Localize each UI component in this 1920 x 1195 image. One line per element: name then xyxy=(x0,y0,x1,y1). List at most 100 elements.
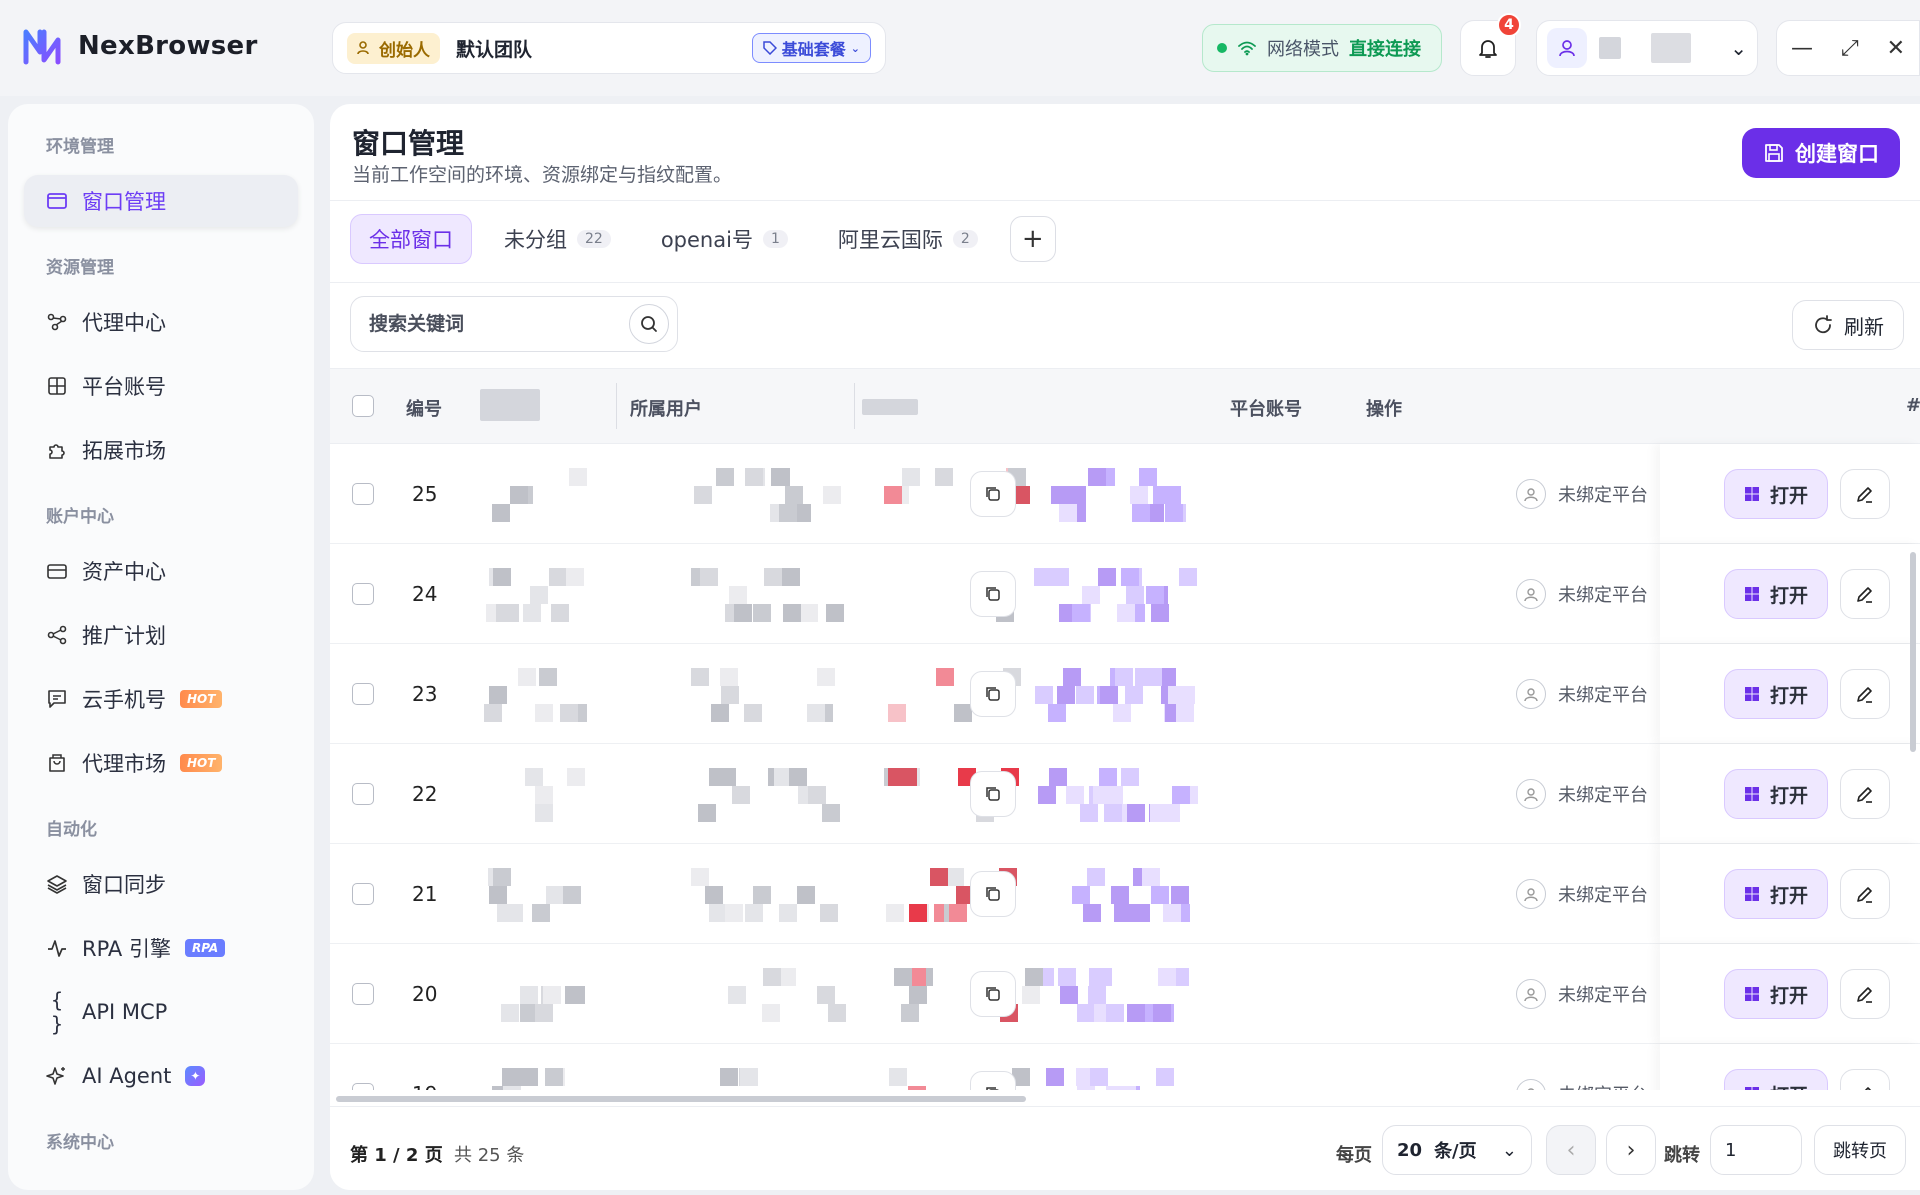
redacted-pixel xyxy=(567,768,585,786)
per-page-select[interactable]: 20 条/页 ⌄ xyxy=(1382,1125,1532,1175)
redacted-pixel xyxy=(1063,668,1081,686)
sidebar-section-title: 系统中心 xyxy=(46,1133,114,1153)
tab-openai[interactable]: openai号 1 xyxy=(643,214,806,264)
team-switcher[interactable]: 创始人 默认团队 基础套餐 ⌄ xyxy=(332,22,886,74)
select-all-checkbox[interactable] xyxy=(352,395,374,417)
table-row[interactable]: 24 未绑定平台 打开 xyxy=(330,544,1920,644)
open-window-button[interactable]: 打开 xyxy=(1724,1069,1828,1090)
redacted-pixel xyxy=(807,704,825,722)
sidebar-item-api-mcp[interactable]: { } API MCP xyxy=(24,986,298,1038)
sidebar-item-proxy-center[interactable]: 代理中心 xyxy=(24,296,298,348)
copy-button[interactable] xyxy=(970,671,1016,717)
create-window-label: 创建窗口 xyxy=(1795,142,1879,166)
sidebar-item-extension-market[interactable]: 拓展市场 xyxy=(24,424,298,476)
row-checkbox[interactable] xyxy=(352,1083,374,1090)
search-input[interactable] xyxy=(369,313,629,335)
edit-button[interactable] xyxy=(1840,969,1890,1019)
redacted-pixel xyxy=(1080,804,1098,822)
table-row[interactable]: 19 未绑定平台 打开 xyxy=(330,1044,1920,1090)
copy-icon xyxy=(986,787,1000,801)
table-row[interactable]: 21 未绑定平台 打开 xyxy=(330,844,1920,944)
copy-button[interactable] xyxy=(970,971,1016,1017)
refresh-button[interactable]: 刷新 xyxy=(1792,300,1904,350)
create-window-button[interactable]: 创建窗口 xyxy=(1742,128,1900,178)
open-window-button[interactable]: 打开 xyxy=(1724,769,1828,819)
copy-icon xyxy=(986,687,1000,701)
plan-badge[interactable]: 基础套餐 ⌄ xyxy=(751,33,871,63)
tab-ungrouped[interactable]: 未分组 22 xyxy=(486,214,629,264)
prev-page-button[interactable]: ‹ xyxy=(1546,1125,1596,1175)
minimize-icon[interactable]: — xyxy=(1791,36,1813,61)
copy-button[interactable] xyxy=(970,1071,1016,1090)
redacted-pixel xyxy=(691,868,709,886)
open-window-button[interactable]: 打开 xyxy=(1724,869,1828,919)
jump-page-input[interactable]: 1 xyxy=(1710,1125,1802,1175)
redacted-pixel xyxy=(535,704,553,722)
row-checkbox[interactable] xyxy=(352,483,374,505)
sidebar-item-window-sync[interactable]: 窗口同步 xyxy=(24,858,298,910)
table-row[interactable]: 22 未绑定平台 打开 xyxy=(330,744,1920,844)
redacted-pixel xyxy=(902,468,920,486)
edit-button[interactable] xyxy=(1840,569,1890,619)
tab-aliyun-intl[interactable]: 阿里云国际 2 xyxy=(820,214,996,264)
app-name: NexBrowser xyxy=(78,31,258,61)
plus-icon: + xyxy=(1021,224,1044,254)
table-row[interactable]: 25 未绑定平台 打开 xyxy=(330,444,1920,544)
vertical-scrollbar[interactable] xyxy=(1910,552,1916,752)
edit-button[interactable] xyxy=(1840,469,1890,519)
row-checkbox[interactable] xyxy=(352,983,374,1005)
redacted-pixel xyxy=(569,468,587,486)
notifications-button[interactable]: 4 xyxy=(1460,13,1521,76)
open-window-button[interactable]: 打开 xyxy=(1724,569,1828,619)
copy-button[interactable] xyxy=(970,571,1016,617)
edit-button[interactable] xyxy=(1840,1069,1890,1090)
pencil-icon xyxy=(1857,887,1872,903)
row-checkbox[interactable] xyxy=(352,583,374,605)
sidebar-item-ai-agent[interactable]: AI Agent ✦ xyxy=(24,1050,298,1102)
redacted-pixel xyxy=(936,668,954,686)
edit-button[interactable] xyxy=(1840,869,1890,919)
redacted-pixel xyxy=(520,1068,538,1086)
redacted-pixel xyxy=(530,586,548,604)
edit-button[interactable] xyxy=(1840,669,1890,719)
redacted-pixel xyxy=(484,704,502,722)
sidebar-item-platform-accounts[interactable]: 平台账号 xyxy=(24,360,298,412)
redacted-pixel xyxy=(1066,786,1084,804)
user-menu[interactable]: ⌄ xyxy=(1536,20,1758,76)
maximize-icon[interactable]: ⤢ xyxy=(1841,36,1859,61)
open-window-button[interactable]: 打开 xyxy=(1724,969,1828,1019)
next-page-button[interactable]: › xyxy=(1606,1125,1656,1175)
window-icon xyxy=(47,193,67,209)
sidebar-item-label: 代理中心 xyxy=(82,311,166,335)
header-ops: 操作 xyxy=(1366,399,1402,420)
sidebar-item-proxy-market[interactable]: 代理市场 HOT xyxy=(24,737,298,789)
open-window-button[interactable]: 打开 xyxy=(1724,469,1828,519)
sidebar-item-rpa-engine[interactable]: RPA 引擎 RPA xyxy=(24,922,298,974)
row-checkbox[interactable] xyxy=(352,683,374,705)
redacted-pixel xyxy=(1156,1068,1174,1086)
table-row[interactable]: 20 未绑定平台 打开 xyxy=(330,944,1920,1044)
row-checkbox[interactable] xyxy=(352,883,374,905)
row-checkbox[interactable] xyxy=(352,783,374,805)
open-window-button[interactable]: 打开 xyxy=(1724,669,1828,719)
sidebar-item-asset-center[interactable]: 资产中心 xyxy=(24,545,298,597)
tab-all-windows[interactable]: 全部窗口 xyxy=(350,214,472,264)
copy-button[interactable] xyxy=(970,771,1016,817)
redacted-pixel xyxy=(1035,686,1053,704)
network-mode-indicator[interactable]: 网络模式 直接连接 xyxy=(1202,24,1442,72)
sidebar-item-referral[interactable]: 推广计划 xyxy=(24,609,298,661)
add-group-button[interactable]: + xyxy=(1009,216,1056,262)
jump-page-button[interactable]: 跳转页 xyxy=(1814,1125,1906,1175)
sidebar-item-cloud-phone[interactable]: 云手机号 HOT xyxy=(24,673,298,725)
open-label: 打开 xyxy=(1769,884,1808,907)
copy-button[interactable] xyxy=(970,871,1016,917)
close-icon[interactable]: ✕ xyxy=(1887,36,1905,61)
redacted-pixel xyxy=(1165,504,1183,522)
copy-button[interactable] xyxy=(970,471,1016,517)
search-button[interactable] xyxy=(629,304,669,344)
table-row[interactable]: 23 未绑定平台 打开 xyxy=(330,644,1920,744)
sidebar-item-label: 资产中心 xyxy=(82,560,166,584)
horizontal-scrollbar[interactable] xyxy=(336,1096,1026,1102)
edit-button[interactable] xyxy=(1840,769,1890,819)
sidebar-item-window-management[interactable]: 窗口管理 xyxy=(24,175,298,227)
